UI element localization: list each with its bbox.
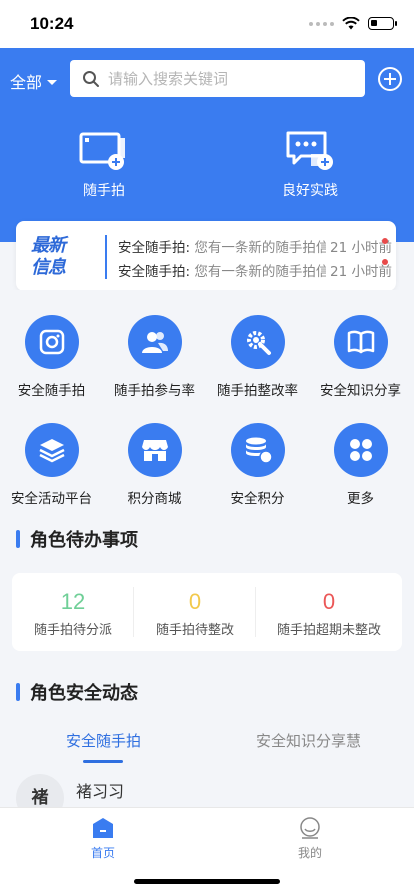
grid-item-safety-points[interactable]: 安全积分 — [206, 423, 309, 507]
dynamics-tabs: 安全随手拍 安全知识分享慧 — [0, 718, 414, 768]
notice-divider — [105, 235, 107, 279]
todo-label: 随手拍超期未整改 — [276, 623, 381, 638]
todo-label: 随手拍待分派 — [33, 623, 112, 638]
grid-item-activities[interactable]: 安全活动平台 — [0, 423, 103, 507]
scope-label: 全部 — [10, 73, 43, 92]
todo-item-pending-rectify[interactable]: 0 随手拍待整改 — [134, 573, 256, 651]
status-indicators — [309, 17, 397, 30]
notice-item[interactable]: 安全随手拍: 您有一条新的随手拍信... 21 小时前 — [118, 236, 402, 256]
header: 全部 随手拍 — [0, 48, 414, 242]
more-icon — [333, 423, 388, 477]
book-icon — [333, 315, 388, 369]
search-box[interactable] — [70, 60, 365, 97]
todo-item-overdue[interactable]: 0 随手拍超期未整改 — [256, 573, 402, 651]
layers-icon — [24, 423, 79, 477]
home-indicator — [134, 879, 280, 884]
users-icon — [127, 315, 182, 369]
grid-item-more[interactable]: 更多 — [309, 423, 412, 507]
status-bar: 10:24 — [0, 0, 414, 48]
todo-card: 12 随手拍待分派 0 随手拍待整改 0 随手拍超期未整改 — [12, 573, 402, 651]
wifi-icon — [342, 17, 360, 30]
unread-dot — [382, 238, 388, 244]
tools-icon — [230, 315, 285, 369]
grid-item-points-mall[interactable]: 积分商城 — [103, 423, 206, 507]
status-time: 10:24 — [30, 14, 74, 33]
todo-count: 0 — [322, 589, 336, 614]
section-title-dynamics: 角色安全动态 — [16, 679, 138, 705]
add-button[interactable] — [378, 67, 402, 91]
todo-label: 随手拍待整改 — [155, 623, 234, 638]
nav-item-me[interactable]: 我的 — [270, 816, 350, 861]
search-input[interactable] — [108, 69, 348, 88]
nav-item-home[interactable]: 首页 — [63, 816, 143, 861]
search-icon — [83, 70, 99, 87]
caret-down-icon — [47, 79, 58, 85]
battery-icon — [368, 17, 397, 30]
camera-icon — [24, 315, 79, 369]
home-icon — [93, 818, 113, 838]
notice-badge: 最新 信息 — [31, 235, 66, 278]
function-grid: 安全随手拍 随手拍参与率 随手拍整改率 安全知识分享 安全活动平台 积分商城 安… — [0, 290, 414, 520]
quick-action-label: 良好实践 — [282, 183, 338, 199]
coins-icon — [230, 423, 285, 477]
scope-selector[interactable]: 全部 — [10, 69, 58, 93]
grid-item-participation[interactable]: 随手拍参与率 — [103, 315, 206, 399]
section-title-todo: 角色待办事项 — [16, 526, 138, 552]
notice-card[interactable]: 最新 信息 安全随手拍: 您有一条新的随手拍信... 21 小时前 安全随手拍:… — [16, 221, 396, 291]
quick-action-photo[interactable]: 随手拍 — [44, 130, 164, 200]
tab-underline — [83, 760, 123, 763]
grid-item-rectification[interactable]: 随手拍整改率 — [206, 315, 309, 399]
grid-item-safety-photo[interactable]: 安全随手拍 — [0, 315, 103, 399]
signal-icon — [309, 21, 334, 26]
unread-dot — [382, 259, 388, 265]
photo-add-icon — [79, 130, 129, 172]
feed-author: 褚习习 — [76, 782, 125, 801]
quick-action-practice[interactable]: 良好实践 — [250, 130, 370, 200]
tab-safety-photo[interactable]: 安全随手拍 — [66, 730, 141, 751]
store-icon — [127, 423, 182, 477]
todo-count: 0 — [188, 589, 202, 614]
tab-knowledge-share[interactable]: 安全知识分享慧 — [256, 730, 361, 751]
todo-item-pending-assign[interactable]: 12 随手拍待分派 — [12, 573, 134, 651]
todo-count: 12 — [60, 589, 86, 614]
feed-item[interactable]: 褚 褚习习 — [0, 768, 414, 822]
profile-icon — [300, 817, 320, 839]
chat-add-icon — [285, 130, 335, 172]
notice-item[interactable]: 安全随手拍: 您有一条新的随手拍信... 21 小时前 — [118, 260, 402, 280]
grid-item-knowledge[interactable]: 安全知识分享 — [309, 315, 412, 399]
quick-action-label: 随手拍 — [83, 183, 125, 199]
